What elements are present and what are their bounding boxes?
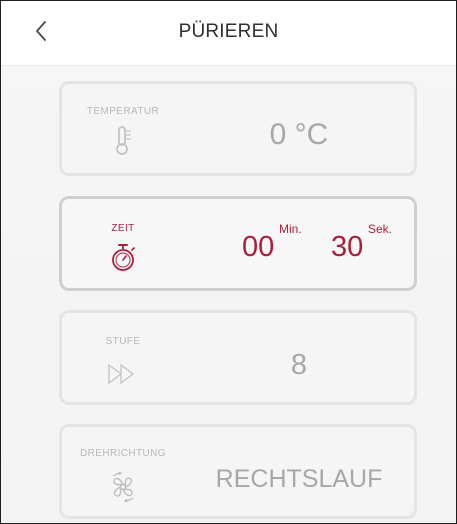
speed-label: STUFE [105, 336, 141, 347]
speed-card[interactable]: STUFE 8 [59, 310, 417, 405]
time-label: ZEIT [111, 223, 135, 234]
header: PÜRIEREN [1, 1, 456, 66]
time-value: 00 Min. 30 Sek. [184, 222, 414, 269]
minutes-unit: Min. [279, 222, 302, 236]
speed-value: 8 [290, 349, 308, 381]
direction-value: RECHTSLAUF [215, 465, 383, 493]
rotation-fan-icon [62, 471, 184, 503]
minutes-value: 00 [242, 231, 275, 263]
screen: PÜRIEREN TEMPERATUR 0 °C ZEIT 00 Min. 30… [0, 0, 457, 524]
thermometer-icon [62, 125, 184, 157]
temperature-value: 0 °C [269, 118, 329, 151]
direction-label: DREHRICHTUNG [80, 448, 166, 459]
seconds-unit: Sek. [368, 222, 393, 236]
temperature-label: TEMPERATUR [86, 106, 160, 117]
seconds-value: 30 [331, 231, 364, 263]
time-card[interactable]: ZEIT 00 Min. 30 Sek. [59, 196, 417, 291]
temperature-card[interactable]: TEMPERATUR 0 °C [59, 81, 417, 176]
stopwatch-icon [62, 241, 184, 273]
page-title: PÜRIEREN [178, 21, 279, 42]
direction-card[interactable]: DREHRICHTUNG RECHTSLAUF [59, 424, 417, 519]
fast-forward-icon [62, 363, 184, 385]
